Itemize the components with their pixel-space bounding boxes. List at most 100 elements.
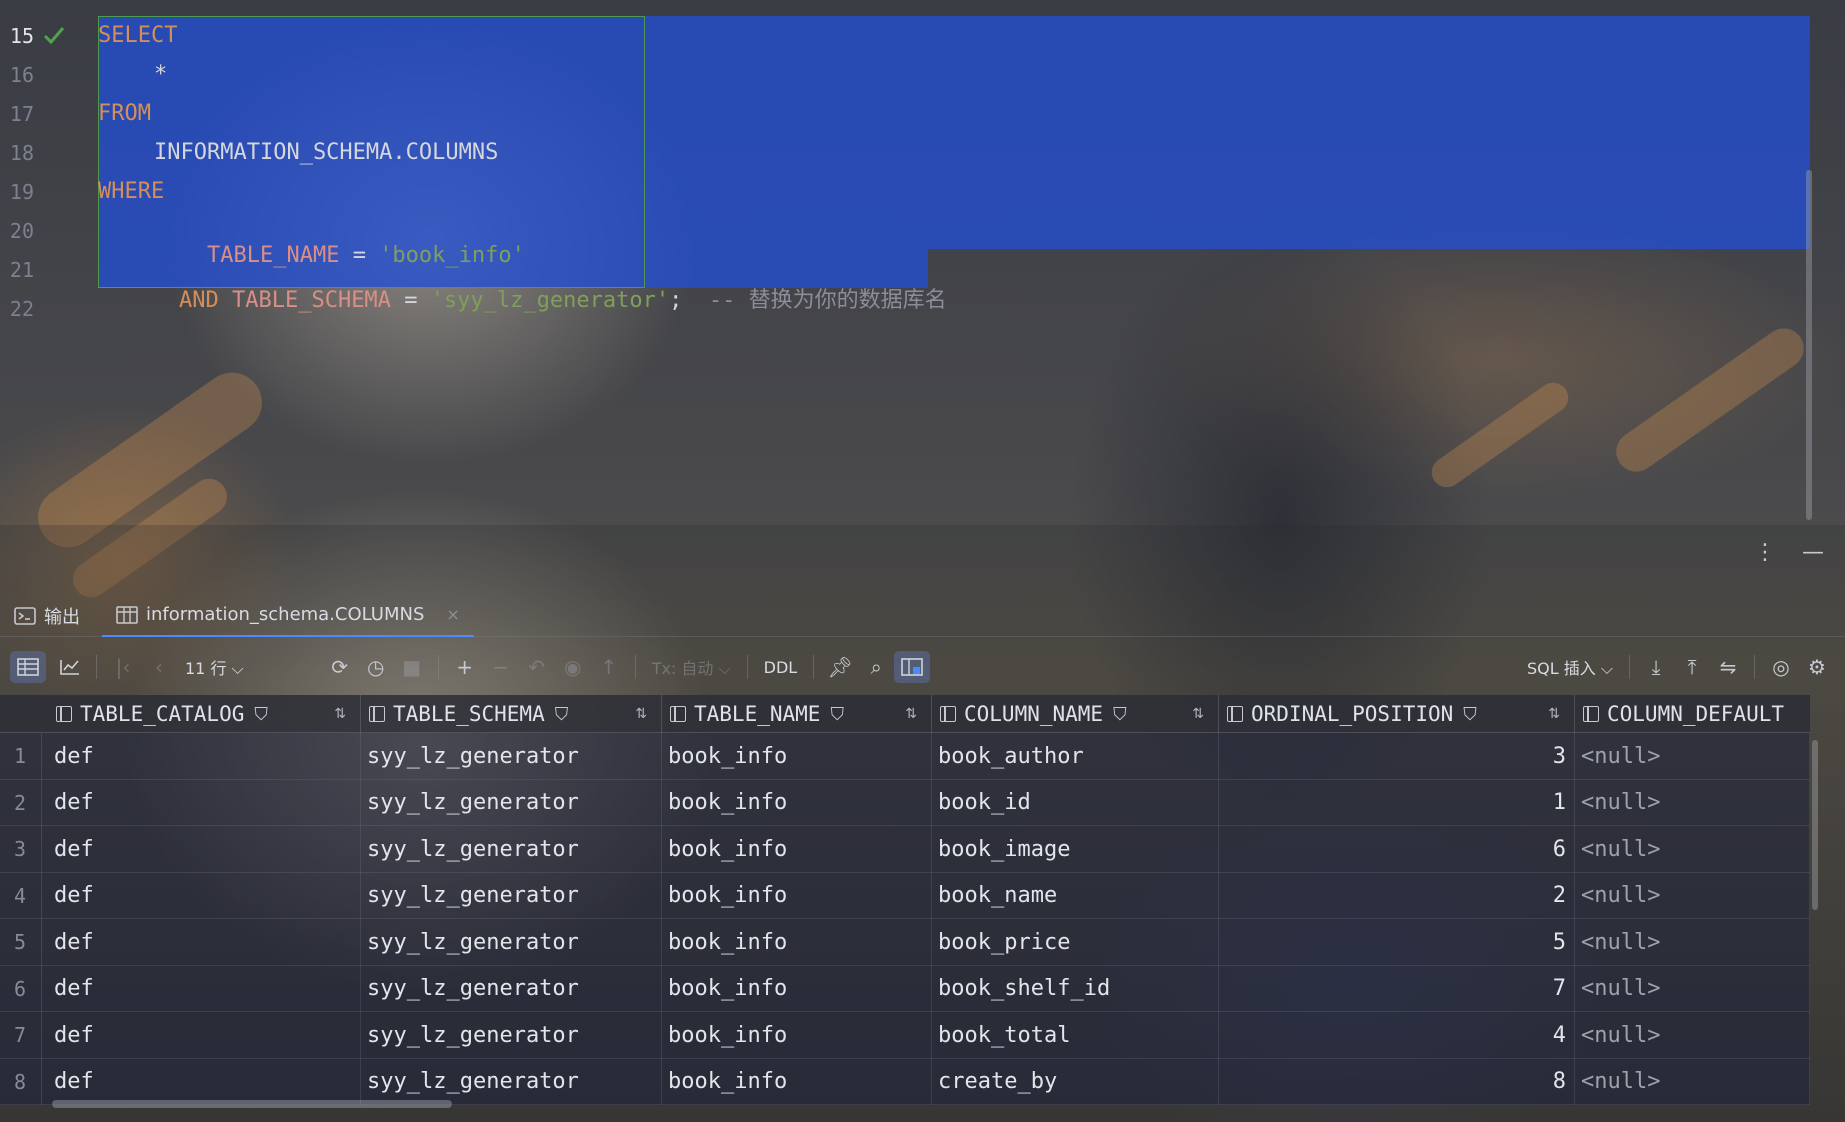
ddl-button[interactable]: DDL	[756, 658, 806, 677]
table-cell[interactable]: 1	[1219, 779, 1575, 826]
horizontal-scrollbar[interactable]	[52, 1100, 452, 1108]
tab-information-schema-columns[interactable]: information_schema.COLUMNS ×	[102, 595, 474, 637]
table-cell[interactable]: book_shelf_id	[932, 965, 1219, 1012]
table-cell[interactable]: book_name	[932, 872, 1219, 919]
table-cell[interactable]: 5	[1219, 919, 1575, 966]
results-grid[interactable]: TABLE_CATALOG ⛉ ⇅ TABLE_SCHEMA ⛉ ⇅ TABLE_NAM…	[0, 695, 1810, 1105]
search-icon[interactable]: ⌕	[858, 651, 894, 683]
transaction-mode-dropdown[interactable]: Tx: 自动 ⌵	[644, 655, 739, 679]
add-row-icon[interactable]: +	[447, 651, 483, 683]
table-cell[interactable]: book_info	[662, 779, 932, 826]
sort-icon[interactable]: ⇅	[905, 706, 917, 722]
table-cell[interactable]: syy_lz_generator	[361, 826, 662, 873]
table-cell[interactable]: syy_lz_generator	[361, 733, 662, 780]
table-cell[interactable]: <null>	[1575, 919, 1810, 966]
grid-vertical-scrollbar[interactable]	[1812, 740, 1818, 910]
pin-icon[interactable]: 📌︎	[822, 651, 858, 683]
column-header[interactable]: TABLE_SCHEMA ⛉ ⇅	[361, 695, 662, 733]
table-cell[interactable]: syy_lz_generator	[361, 965, 662, 1012]
table-row[interactable]: 4 def syy_lz_generator book_info book_name 2 <…	[0, 872, 1810, 919]
table-row[interactable]: 6 def syy_lz_generator book_info book_shelf_…	[0, 965, 1810, 1012]
sort-icon[interactable]: ⇅	[1192, 706, 1204, 722]
preview-changes-icon[interactable]: ◉	[555, 651, 591, 683]
table-cell[interactable]: <null>	[1575, 733, 1810, 780]
table-cell[interactable]: book_author	[932, 733, 1219, 780]
table-cell[interactable]: book_info	[662, 919, 932, 966]
filter-icon[interactable]: ⛉	[555, 704, 569, 725]
table-cell[interactable]: <null>	[1575, 965, 1810, 1012]
table-cell[interactable]: book_info	[662, 826, 932, 873]
history-clock-icon[interactable]: ◷	[358, 651, 394, 683]
table-cell[interactable]: syy_lz_generator	[361, 1012, 662, 1059]
eye-icon[interactable]: ◎	[1763, 651, 1799, 683]
table-row[interactable]: 5 def syy_lz_generator book_info book_price 5…	[0, 919, 1810, 966]
table-cell[interactable]: def	[48, 826, 361, 873]
table-cell[interactable]: book_info	[662, 1058, 932, 1105]
table-cell[interactable]: def	[48, 872, 361, 919]
table-cell[interactable]: <null>	[1575, 1058, 1810, 1105]
table-cell[interactable]: <null>	[1575, 826, 1810, 873]
table-cell[interactable]: <null>	[1575, 872, 1810, 919]
table-cell[interactable]: <null>	[1575, 779, 1810, 826]
upload-icon[interactable]: ⤒	[1674, 651, 1710, 683]
table-cell[interactable]: book_price	[932, 919, 1219, 966]
table-row[interactable]: 1 def syy_lz_generator book_info book_author…	[0, 733, 1810, 780]
column-header[interactable]: ORDINAL_POSITION ⛉ ⇅	[1219, 695, 1575, 733]
stop-icon[interactable]: ■	[394, 651, 430, 683]
refresh-icon[interactable]: ⟳	[322, 651, 358, 683]
revert-icon[interactable]: ↶	[519, 651, 555, 683]
tab-output[interactable]: 输出	[0, 595, 94, 637]
table-view-button[interactable]	[10, 651, 46, 683]
value-panel-toggle-icon[interactable]	[894, 651, 931, 683]
filter-icon[interactable]: ⛉	[830, 704, 844, 725]
filter-icon[interactable]: ⛉	[1113, 704, 1127, 725]
table-cell[interactable]: def	[48, 919, 361, 966]
table-cell[interactable]: def	[48, 1012, 361, 1059]
compare-icon[interactable]: ⇋	[1710, 651, 1746, 683]
sort-icon[interactable]: ⇅	[1548, 706, 1560, 722]
sort-icon[interactable]: ⇅	[334, 706, 346, 722]
column-header[interactable]: COLUMN_NAME ⛉ ⇅	[932, 695, 1219, 733]
previous-page-icon[interactable]: ‹	[141, 651, 177, 683]
column-header[interactable]: TABLE_CATALOG ⛉ ⇅	[48, 695, 361, 733]
table-cell[interactable]: <null>	[1575, 1012, 1810, 1059]
table-cell[interactable]: def	[48, 779, 361, 826]
table-cell[interactable]: 2	[1219, 872, 1575, 919]
table-cell[interactable]: def	[48, 1058, 361, 1105]
submit-icon[interactable]: ↑	[591, 651, 627, 683]
filter-icon[interactable]: ⛉	[254, 704, 268, 725]
remove-row-icon[interactable]: −	[483, 651, 519, 683]
table-row[interactable]: 3 def syy_lz_generator book_info book_image 6…	[0, 826, 1810, 873]
sort-icon[interactable]: ⇅	[635, 706, 647, 722]
minimize-icon[interactable]: —	[1801, 540, 1825, 565]
column-header[interactable]: TABLE_NAME ⛉ ⇅	[662, 695, 932, 733]
table-cell[interactable]: book_info	[662, 965, 932, 1012]
table-cell[interactable]: 7	[1219, 965, 1575, 1012]
table-row[interactable]: 7 def syy_lz_generator book_info book_total 4…	[0, 1012, 1810, 1059]
table-cell[interactable]: book_info	[662, 733, 932, 780]
table-row[interactable]: 8 def syy_lz_generator book_info create_by 8 <…	[0, 1058, 1810, 1105]
sql-insert-dropdown[interactable]: SQL 插入 ⌵	[1519, 655, 1621, 679]
table-cell[interactable]: create_by	[932, 1058, 1219, 1105]
table-cell[interactable]: book_total	[932, 1012, 1219, 1059]
table-cell[interactable]: syy_lz_generator	[361, 779, 662, 826]
more-options-icon[interactable]: ⋮	[1753, 540, 1777, 565]
table-cell[interactable]: 8	[1219, 1058, 1575, 1105]
table-cell[interactable]: book_id	[932, 779, 1219, 826]
editor-vertical-scrollbar[interactable]	[1806, 170, 1812, 520]
table-cell[interactable]: def	[48, 965, 361, 1012]
table-cell[interactable]: book_info	[662, 872, 932, 919]
table-cell[interactable]: 6	[1219, 826, 1575, 873]
first-page-icon[interactable]: |‹	[105, 651, 141, 683]
table-cell[interactable]: syy_lz_generator	[361, 872, 662, 919]
table-cell[interactable]: 3	[1219, 733, 1575, 780]
table-cell[interactable]: def	[48, 733, 361, 780]
close-tab-icon[interactable]: ×	[446, 605, 459, 624]
chart-view-button[interactable]	[52, 651, 88, 683]
filter-icon[interactable]: ⛉	[1463, 704, 1477, 725]
table-row[interactable]: 2 def syy_lz_generator book_info book_id 1 <nu…	[0, 779, 1810, 826]
download-icon[interactable]: ⤓	[1638, 651, 1674, 683]
table-cell[interactable]: 4	[1219, 1012, 1575, 1059]
table-cell[interactable]: syy_lz_generator	[361, 1058, 662, 1105]
table-cell[interactable]: syy_lz_generator	[361, 919, 662, 966]
